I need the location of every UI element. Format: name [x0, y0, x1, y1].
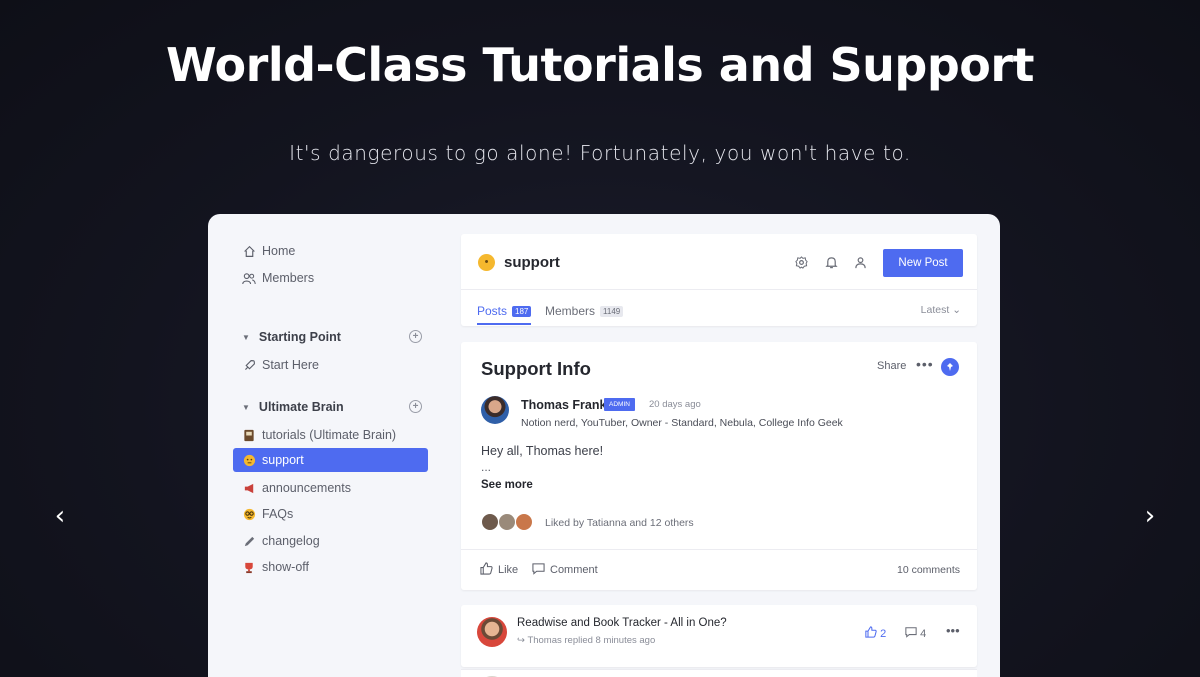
megaphone-icon [242, 481, 256, 495]
sidebar-item-tutorials[interactable]: tutorials (Ultimate Brain) [233, 423, 428, 447]
add-channel-icon[interactable]: + [409, 330, 422, 343]
sidebar-item-label: show-off [262, 560, 310, 574]
sidebar-item-changelog[interactable]: changelog [233, 529, 428, 553]
thread-list-item[interactable]: Readwise and Book Tracker - All in One? … [461, 605, 977, 667]
admin-badge: ADMIN [604, 398, 635, 411]
reply-arrow-icon: ↪ [517, 635, 528, 646]
chevron-down-icon: ⌄ [952, 304, 961, 316]
tab-label: Members [545, 304, 596, 318]
thinking-face-icon: • [478, 254, 495, 271]
channel-title: support [504, 254, 560, 271]
thumbs-up-icon [865, 626, 880, 640]
sidebar-item-label: Home [262, 244, 296, 258]
thread-title[interactable]: Readwise and Book Tracker - All in One? [517, 617, 727, 629]
tab-posts[interactable]: Posts 187 [477, 304, 532, 318]
share-button[interactable]: Share [877, 360, 906, 372]
thread-meta: ↪ Thomas replied 8 minutes ago [517, 635, 655, 646]
home-icon [242, 244, 256, 258]
see-more-link[interactable]: See more [481, 479, 533, 491]
settings-icon[interactable] [794, 256, 808, 270]
sidebar-item-label: FAQs [262, 507, 294, 521]
bell-icon[interactable] [824, 256, 838, 270]
pin-icon[interactable] [941, 358, 959, 376]
pencil-icon [242, 534, 256, 548]
post-title[interactable]: Support Info [481, 358, 591, 380]
divider [461, 549, 977, 550]
sidebar-item-support[interactable]: support [233, 448, 428, 472]
thread-comment-count[interactable]: 4 [905, 626, 926, 640]
sidebar-item-faqs[interactable]: FAQs [233, 502, 428, 526]
sidebar-item-home[interactable]: Home [233, 239, 428, 263]
sidebar-item-label: announcements [262, 481, 351, 495]
hero-title: World-Class Tutorials and Support [165, 38, 1035, 92]
new-post-button[interactable]: New Post [883, 249, 963, 277]
like-label: Like [498, 564, 519, 576]
sidebar-item-label: Members [262, 271, 315, 285]
thread-list-item[interactable] [461, 669, 977, 677]
liked-by-text[interactable]: Liked by Tatianna and 12 others [545, 517, 694, 529]
sort-dropdown[interactable]: Latest ⌄ [921, 304, 961, 316]
like-count-value: 2 [880, 628, 887, 640]
carousel-next-button[interactable]: › [1136, 502, 1164, 530]
nerd-face-icon [242, 507, 256, 521]
sort-label: Latest [920, 304, 950, 316]
tab-members[interactable]: Members 1149 [545, 304, 624, 318]
author-avatar[interactable] [481, 396, 509, 424]
section-title: Starting Point [258, 330, 341, 344]
user-icon[interactable] [853, 256, 867, 270]
author-bio: Notion nerd, YouTuber, Owner - Standard,… [521, 417, 843, 429]
thinking-face-icon [242, 453, 256, 467]
thread-author-avatar[interactable] [477, 617, 507, 647]
sidebar-item-announcements[interactable]: announcements [233, 476, 428, 500]
tab-count-badge: 187 [512, 305, 532, 317]
sidebar-item-label: tutorials (Ultimate Brain) [262, 428, 397, 442]
add-channel-icon[interactable]: + [409, 400, 422, 413]
more-options-icon[interactable]: ••• [946, 623, 960, 638]
sidebar-item-label: changelog [262, 534, 320, 548]
active-tab-indicator [477, 323, 531, 325]
post-ellipsis: ... [481, 460, 492, 474]
liker-avatar [498, 513, 516, 531]
channel-header-top: • support New Post [461, 234, 977, 290]
post-card: Support Info Share ••• Thomas Frank ADMI… [461, 342, 977, 590]
thumbs-up-icon [480, 562, 493, 578]
comment-count-value: 4 [920, 628, 927, 640]
comment-button[interactable]: Comment [532, 562, 598, 578]
sidebar-item-start-here[interactable]: Start Here [233, 353, 428, 377]
collapse-triangle-icon: ▼ [242, 402, 250, 412]
more-options-icon[interactable]: ••• [916, 356, 934, 372]
post-timestamp: 20 days ago [649, 399, 701, 410]
like-button[interactable]: Like [480, 562, 518, 578]
sidebar-item-show-off[interactable]: show-off [233, 555, 428, 579]
thread-meta-text: Thomas replied 8 minutes ago [527, 635, 656, 646]
book-icon [242, 428, 256, 442]
liker-avatar [481, 513, 499, 531]
thread-like-count[interactable]: 2 [865, 626, 886, 640]
section-title: Ultimate Brain [258, 400, 344, 414]
tab-label: Posts [477, 304, 508, 318]
author-name[interactable]: Thomas Frank [521, 398, 606, 412]
comment-count[interactable]: 10 comments [897, 564, 960, 576]
section-header-ultimate-brain[interactable]: ▼ Ultimate Brain + [242, 397, 422, 417]
members-icon [242, 271, 256, 285]
app-screenshot: Home Members ▼ Starting Point + Start He… [208, 214, 1000, 677]
carousel-prev-button[interactable]: ‹ [46, 502, 74, 530]
section-header-starting-point[interactable]: ▼ Starting Point + [242, 327, 422, 347]
tab-count-badge: 1149 [600, 305, 624, 317]
post-body: Hey all, Thomas here! [481, 444, 604, 458]
comment-label: Comment [550, 564, 598, 576]
sidebar-item-label: Start Here [262, 358, 319, 372]
comment-icon [905, 627, 920, 640]
trophy-icon [242, 560, 256, 574]
sidebar-item-members[interactable]: Members [233, 266, 428, 290]
hero-subtitle: It's dangerous to go alone! Fortunately,… [289, 141, 911, 165]
channel-header: • support New Post Posts 187 Members 114… [461, 234, 977, 326]
liker-avatar [515, 513, 533, 531]
comment-icon [532, 562, 545, 578]
rocket-icon [242, 358, 256, 372]
collapse-triangle-icon: ▼ [242, 332, 250, 342]
sidebar-item-label: support [262, 453, 304, 467]
sidebar: Home Members ▼ Starting Point + Start He… [208, 214, 444, 677]
